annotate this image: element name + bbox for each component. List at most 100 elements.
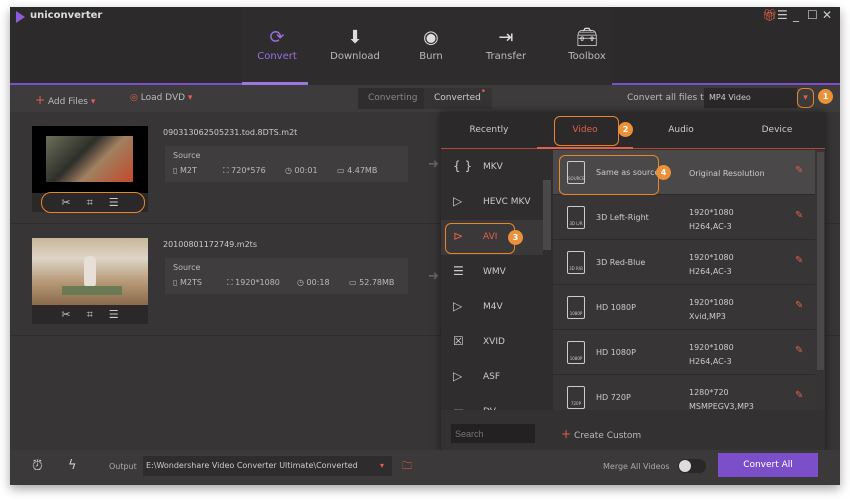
edit-icon[interactable]: ✎ (795, 255, 803, 266)
preset-resolution: 1920*1080 (689, 208, 734, 217)
add-files-button[interactable]: + Add Files ▾ (35, 93, 95, 107)
format-wmv[interactable]: ☰ WMV (441, 255, 543, 290)
edit-tools: ✂ ⌗ ☰ (32, 305, 148, 324)
preset-name: HD 720P (596, 393, 631, 402)
resolution-value: 720*576 (231, 166, 266, 175)
preset-codec: H264,AC-3 (689, 222, 732, 231)
folder-icon[interactable]: 🗀︎ (402, 459, 412, 476)
preset-resolution: 1920*1080 (689, 343, 734, 352)
format-m4v[interactable]: ▷ M4V (441, 290, 543, 325)
format-xvid[interactable]: ☒ XVID (441, 325, 543, 360)
edit-icon[interactable]: ✎ (795, 345, 803, 356)
preset-list-scrollbar[interactable] (817, 152, 824, 370)
preset-spec: 1920*1080 H264,AC-3 (689, 341, 734, 369)
nav-transfer[interactable]: ⇥ Transfer (471, 25, 541, 62)
format-popup: Recently Video Audio Device 2 { } MKV ▷ HE… (441, 112, 825, 455)
hevc-icon: ▷ (453, 194, 463, 208)
clapper-icon: ☰ (453, 264, 464, 278)
merge-toggle[interactable] (678, 459, 706, 473)
format-dropdown-button[interactable]: ▾ (797, 88, 814, 108)
preset-item[interactable]: 1080P HD 1080P 1920*1080 Xvid,MP3 ✎ (553, 285, 815, 330)
edit-icon[interactable]: ✎ (795, 165, 803, 176)
preset-name: HD 1080P (596, 348, 636, 357)
preset-spec: 1920*1080 Xvid,MP3 (689, 296, 734, 324)
size-value: 4.47MB (347, 166, 378, 175)
preset-item[interactable]: 3D L/R 3D Left-Right 1920*1080 H264,AC-3 ✎ (553, 195, 815, 240)
merge-label: Merge All Videos (603, 462, 670, 471)
duration-value: 00:18 (306, 278, 330, 287)
chevron-down-icon: ▾ (803, 93, 808, 103)
resolution-meta: ⛶ 720*576 (223, 166, 266, 175)
preset-item[interactable]: 3D R/B 3D Red-Blue 1920*1080 H264,AC-3 ✎ (553, 240, 815, 285)
nav-toolbox[interactable]: 🧰︎ Toolbox (552, 25, 622, 62)
toolbar: + Add Files ▾ ◎ Load DVD ▾ Converting Co… (10, 85, 840, 112)
format-list-scrollbar[interactable] (543, 180, 551, 250)
format-dv[interactable]: ▭DV (441, 395, 543, 410)
nav-label: Download (330, 51, 380, 62)
preset-item[interactable]: 720P HD 720P 1280*720 MSMPEGV3,MP3 ✎ (553, 375, 815, 410)
load-dvd-button[interactable]: ◎ Load DVD ▾ (130, 93, 192, 103)
bottom-bar: ⏰︎ ϟ Output E:\Wondershare Video Convert… (10, 450, 840, 485)
lightning-icon[interactable]: ϟ (68, 458, 77, 473)
tab-device[interactable]: Device (729, 125, 825, 135)
resolution-meta: ⛶ 1920*1080 (227, 278, 280, 287)
tab-audio[interactable]: Audio (633, 125, 729, 135)
duration-meta: ◷ 00:01 (285, 166, 318, 175)
nav-download[interactable]: ⬇ Download (320, 25, 390, 62)
alarm-clock-icon[interactable]: ⏰︎ (32, 458, 43, 474)
edit-icon[interactable]: ✎ (795, 390, 803, 401)
preset-spec: 1280*720 MSMPEGV3,MP3 (689, 386, 754, 410)
format-hevc-mkv[interactable]: ▷ HEVC MKV (441, 185, 543, 220)
format-list: { } MKV ▷ HEVC MKV ⊳ AVI ☰ WMV ▷ M4V ☒ XVID ▷ A… (441, 150, 553, 410)
output-path: E:\Wondershare Video Converter Ultimate\… (146, 461, 358, 470)
tab-converting[interactable]: Converting (358, 88, 428, 109)
nav-burn[interactable]: ◉ Burn (396, 25, 466, 62)
preset-codec: H264,AC-3 (689, 357, 732, 366)
preset-spec: 1920*1080 H264,AC-3 (689, 251, 734, 279)
format-asf[interactable]: ▷ ASF (441, 360, 543, 395)
format-mkv[interactable]: { } MKV (441, 150, 543, 185)
minimize-icon[interactable]: _ (793, 8, 799, 22)
arrow-right-icon: ➜ (428, 269, 439, 284)
create-custom-button[interactable]: + Create Custom (561, 427, 641, 441)
preset-codec: MSMPEGV3,MP3 (689, 402, 754, 410)
edit-icon[interactable]: ✎ (795, 300, 803, 311)
transfer-icon: ⇥ (498, 27, 514, 48)
gift-icon[interactable]: 🎁︎ (762, 8, 777, 22)
tab-converted[interactable]: Converted • (424, 87, 492, 109)
edit-icon[interactable]: ✎ (795, 210, 803, 221)
create-custom-label: Create Custom (573, 431, 642, 441)
source-info: Source ▯ M2TS ⛶ 1920*1080 ◷ 00:18 ▭ 52.7… (165, 258, 408, 294)
nav-label: Convert (257, 51, 297, 62)
highlight-ring (554, 116, 619, 146)
output-path-select[interactable]: E:\Wondershare Video Converter Ultimate\… (143, 456, 392, 476)
highlight-ring (41, 192, 145, 213)
output-label: Output (109, 462, 137, 471)
format-select[interactable]: MP4 Video (704, 88, 797, 108)
title-bar: uniconverter 🎁︎ ☰ _ ☐ ✕ ⟳ Convert ⬇ Downlo… (10, 7, 840, 85)
nav-convert[interactable]: ⟳ Convert (242, 25, 312, 62)
effects-icon[interactable]: ☰ (109, 308, 119, 321)
convert-all-button[interactable]: Convert All (718, 453, 818, 477)
file-name: 090313062505231.tod.8DTS.m2t (163, 128, 298, 137)
search-input[interactable] (451, 424, 535, 443)
preset-name: 3D Red-Blue (596, 258, 646, 267)
trim-icon[interactable]: ✂ (61, 308, 70, 321)
duration-meta: ◷ 00:18 (297, 278, 330, 287)
source-label: Source (173, 263, 201, 272)
preset-item[interactable]: 1080P HD 1080P 1920*1080 H264,AC-3 ✎ (553, 330, 815, 375)
menu-icon[interactable]: ☰ (777, 8, 788, 22)
video-file-icon: 1080P (567, 296, 585, 319)
format-label: WMV (483, 267, 506, 277)
video-file-icon: 720P (567, 386, 585, 409)
format-meta: ▯ M2TS (173, 278, 202, 287)
video-file-icon: 1080P (567, 341, 585, 364)
maximize-icon[interactable]: ☐ (807, 8, 818, 22)
close-icon[interactable]: ✕ (822, 8, 832, 22)
video-thumbnail[interactable] (32, 126, 148, 193)
add-files-label: Add Files (47, 97, 88, 107)
crop-icon[interactable]: ⌗ (87, 308, 93, 322)
format-value: M2T (179, 166, 197, 175)
video-thumbnail[interactable] (32, 238, 148, 305)
tab-recently[interactable]: Recently (441, 125, 537, 135)
